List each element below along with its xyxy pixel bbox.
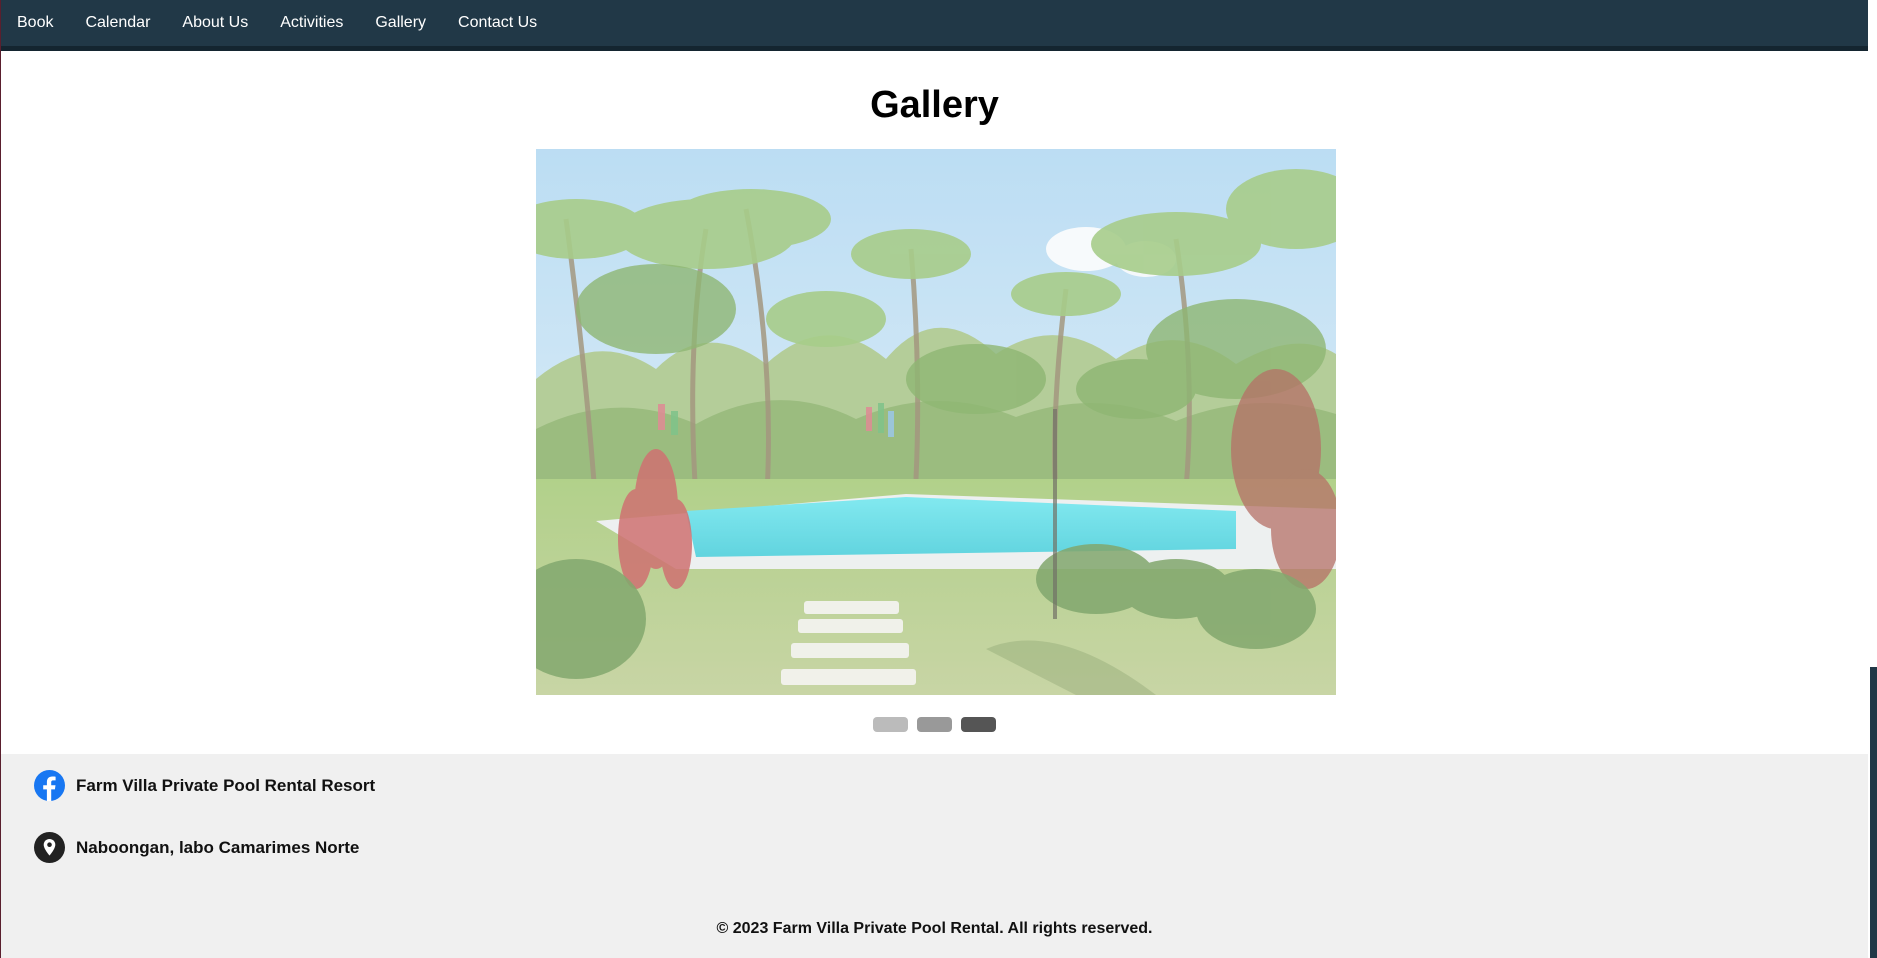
slide-dot-1[interactable] bbox=[873, 717, 908, 732]
slide-dot-2[interactable] bbox=[917, 717, 952, 732]
copyright-text: © 2023 Farm Villa Private Pool Rental. A… bbox=[716, 920, 1153, 937]
facebook-icon bbox=[34, 770, 65, 801]
nav-item-calendar[interactable]: Calendar bbox=[69, 0, 166, 46]
top-navbar: Book Calendar About Us Activities Galler… bbox=[1, 0, 1868, 51]
page-title: Gallery bbox=[870, 84, 999, 126]
location-label: Naboongan, labo Camarimes Norte bbox=[76, 837, 360, 857]
gallery-slideshow[interactable] bbox=[536, 149, 1336, 695]
map-pin-icon bbox=[34, 832, 65, 863]
location-link[interactable]: Naboongan, labo Camarimes Norte bbox=[34, 832, 359, 863]
resort-pool-photo bbox=[536, 149, 1336, 695]
footer: Farm Villa Private Pool Rental Resort Na… bbox=[1, 754, 1868, 958]
nav-item-book[interactable]: Book bbox=[1, 0, 69, 46]
page: Book Calendar About Us Activities Galler… bbox=[0, 0, 1877, 958]
facebook-link[interactable]: Farm Villa Private Pool Rental Resort bbox=[34, 770, 375, 801]
nav-item-about-us[interactable]: About Us bbox=[166, 0, 264, 46]
nav-item-contact-us[interactable]: Contact Us bbox=[442, 0, 553, 46]
slide-dot-3-active[interactable] bbox=[961, 717, 996, 732]
nav-item-gallery[interactable]: Gallery bbox=[359, 0, 442, 46]
slideshow-dots bbox=[1, 717, 1868, 732]
scrollbar-thumb[interactable] bbox=[1870, 667, 1877, 958]
facebook-label: Farm Villa Private Pool Rental Resort bbox=[76, 775, 376, 795]
nav-item-activities[interactable]: Activities bbox=[264, 0, 359, 46]
